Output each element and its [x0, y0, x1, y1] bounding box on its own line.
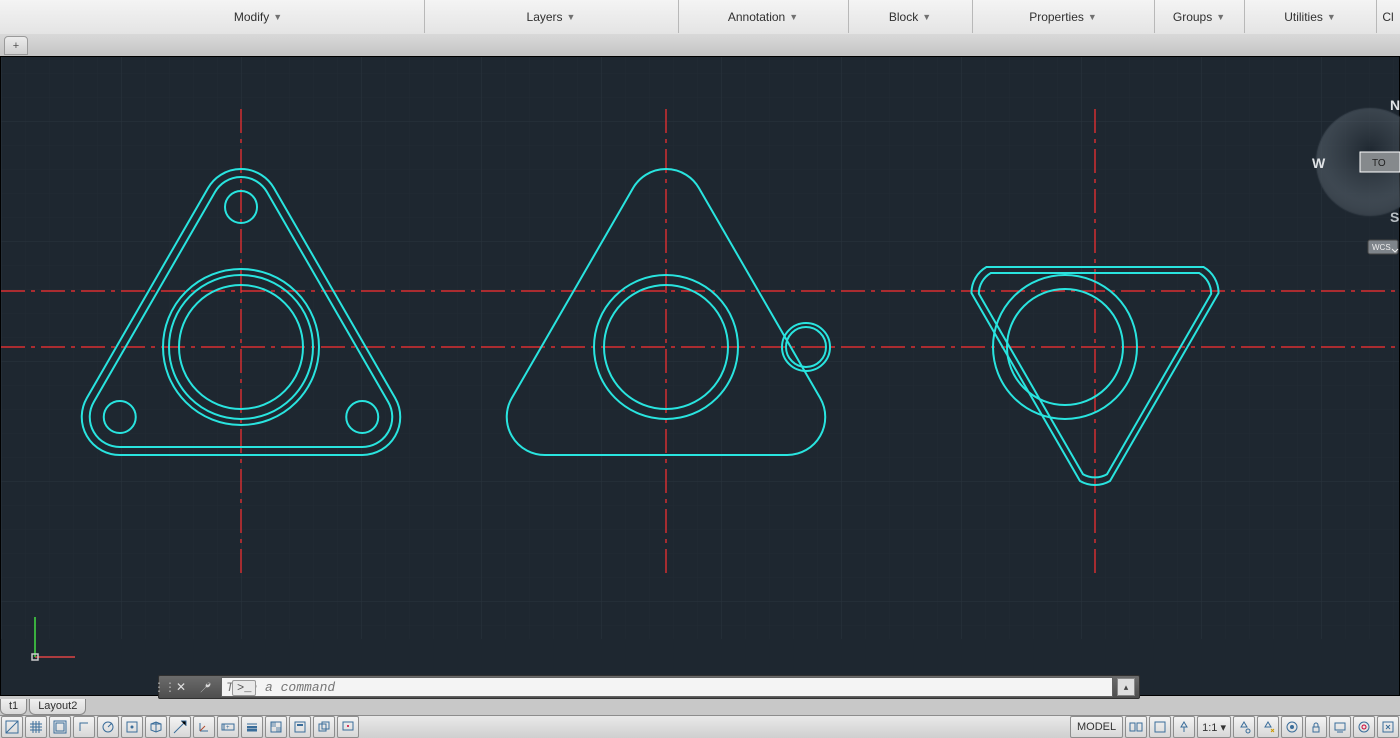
object-snap-tracking-icon[interactable] — [169, 716, 191, 738]
ribbon-panel-annotation[interactable]: Annotation▼ — [678, 0, 849, 33]
workspace-switching-icon[interactable] — [1281, 716, 1303, 738]
ribbon-panel-cl[interactable]: Cl — [1376, 0, 1400, 33]
wrench-icon[interactable] — [196, 678, 214, 696]
dynamic-input-icon[interactable]: + — [217, 716, 239, 738]
annotation-autoscale-icon[interactable] — [1257, 716, 1279, 738]
dynamic-ucs-icon[interactable] — [193, 716, 215, 738]
viewcube-south: S — [1390, 209, 1399, 225]
polar-tracking-icon[interactable] — [97, 716, 119, 738]
cad-canvas[interactable] — [1, 57, 1399, 695]
close-icon[interactable]: ✕ — [172, 678, 190, 696]
ribbon-panel-utilities[interactable]: Utilities▼ — [1244, 0, 1377, 33]
model-space-button[interactable]: MODEL — [1070, 716, 1123, 738]
ribbon-panel-modify[interactable]: Modify▼ — [92, 0, 425, 33]
layout-tab-strip: t1Layout2 — [0, 699, 88, 716]
snap-mode-icon[interactable] — [49, 716, 71, 738]
viewcube-north: N — [1390, 97, 1400, 113]
status-bar: + MODEL 1:1 ▾ — [0, 715, 1400, 738]
svg-text:+: + — [226, 725, 230, 731]
layout-tab-t1[interactable]: t1 — [0, 699, 27, 715]
annotation-monitor-icon[interactable] — [337, 716, 359, 738]
viewcube-west: W — [1312, 155, 1326, 171]
3d-osnap-icon[interactable] — [145, 716, 167, 738]
annotation-scale-value[interactable]: 1:1 ▾ — [1197, 716, 1231, 738]
ribbon-panel-block[interactable]: Block▼ — [848, 0, 973, 33]
layout-maximize-icon[interactable] — [1149, 716, 1171, 738]
selection-cycling-icon[interactable] — [313, 716, 335, 738]
annotation-scale-icon[interactable] — [1173, 716, 1195, 738]
layout-tab-layout2[interactable]: Layout2 — [29, 699, 86, 715]
layout-quick-view-icon[interactable] — [1125, 716, 1147, 738]
command-line[interactable]: ⋮⋮ ✕ ▴ — [158, 675, 1140, 699]
viewcube-face-top: TO — [1372, 158, 1386, 169]
command-history-expand[interactable]: ▴ — [1117, 678, 1135, 696]
isolate-objects-icon[interactable] — [1353, 716, 1375, 738]
hardware-acceleration-icon[interactable] — [1329, 716, 1351, 738]
drawing-viewport[interactable] — [0, 56, 1400, 696]
ortho-mode-icon[interactable] — [73, 716, 95, 738]
command-input[interactable] — [221, 677, 1113, 697]
file-tab-strip: + — [0, 34, 1400, 57]
grid-display-icon[interactable] — [25, 716, 47, 738]
snap-infer-icon[interactable] — [1, 716, 23, 738]
ribbon-panel-layers[interactable]: Layers▼ — [424, 0, 679, 33]
new-tab-button[interactable]: + — [4, 36, 28, 55]
toolbar-lock-icon[interactable] — [1305, 716, 1327, 738]
lineweight-icon[interactable] — [241, 716, 263, 738]
object-snap-icon[interactable] — [121, 716, 143, 738]
ribbon-panel-properties[interactable]: Properties▼ — [972, 0, 1155, 33]
clean-screen-icon[interactable] — [1377, 716, 1399, 738]
command-line-grip[interactable]: ⋮⋮ — [159, 676, 169, 698]
ribbon-panel-titles: Modify▼Layers▼Annotation▼Block▼Propertie… — [0, 0, 1400, 35]
transparency-icon[interactable] — [265, 716, 287, 738]
ribbon-panel-groups[interactable]: Groups▼ — [1154, 0, 1245, 33]
annotation-visibility-icon[interactable] — [1233, 716, 1255, 738]
viewcube-wcs: WCS — [1372, 243, 1391, 252]
viewcube[interactable]: TO N S W WCS — [1310, 72, 1400, 260]
quick-properties-icon[interactable] — [289, 716, 311, 738]
